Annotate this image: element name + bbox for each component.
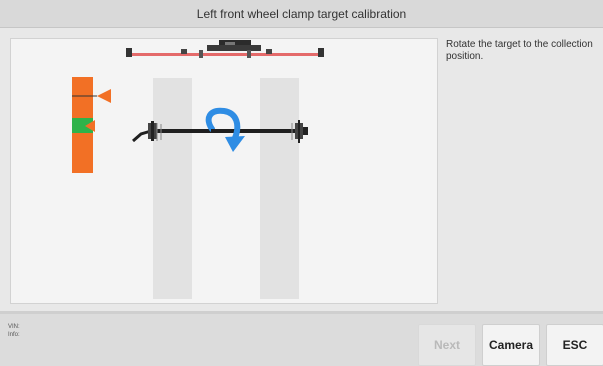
instruction-text: Rotate the target to the collection posi… — [446, 39, 593, 62]
next-button[interactable]: Next — [418, 324, 476, 366]
diagram-svg — [72, 40, 324, 299]
main-area: Rotate the target to the collection posi… — [0, 29, 603, 311]
page-title: Left front wheel clamp target calibratio… — [196, 6, 407, 21]
info-label: Info: — [8, 332, 20, 338]
calibration-diagram — [10, 38, 438, 304]
left-wheel-lane — [153, 78, 192, 299]
esc-button[interactable]: ESC — [546, 324, 603, 366]
vin-label: VIN: — [8, 324, 20, 330]
vehicle-info: VIN: Info: — [8, 323, 20, 339]
camera-crossbeam — [126, 40, 324, 58]
bottom-toolbar: VIN: Info: Next Camera ESC — [0, 311, 603, 366]
camera-button[interactable]: Camera — [482, 324, 540, 366]
target-board — [72, 77, 111, 173]
title-bar: Left front wheel clamp target calibratio… — [0, 0, 603, 28]
right-wheel-lane — [260, 78, 299, 299]
